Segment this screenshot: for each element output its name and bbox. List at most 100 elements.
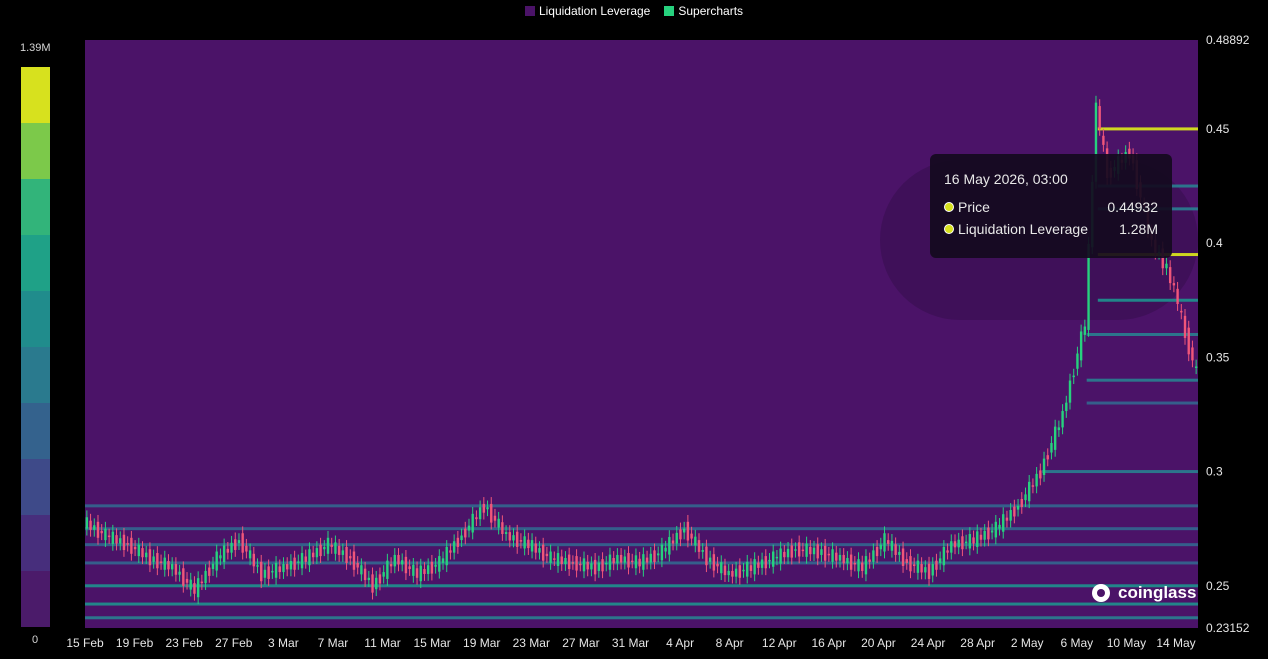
candle-body bbox=[167, 561, 170, 570]
candle-body bbox=[797, 542, 801, 557]
candle-body bbox=[386, 560, 389, 579]
candle-body bbox=[145, 552, 148, 558]
candle-body bbox=[1042, 458, 1046, 475]
candle-body bbox=[300, 553, 304, 569]
candle-body bbox=[1176, 288, 1179, 305]
candle-body bbox=[330, 544, 333, 547]
candle-body bbox=[805, 543, 808, 557]
candle-body bbox=[297, 561, 300, 563]
candle-body bbox=[85, 517, 89, 529]
candle-body bbox=[668, 537, 671, 555]
candle-body bbox=[219, 555, 222, 559]
y-tick-label: 0.23152 bbox=[1206, 621, 1250, 635]
candle-body bbox=[549, 551, 552, 563]
candle-body bbox=[786, 548, 790, 558]
candle-body bbox=[760, 559, 764, 568]
candle-body bbox=[260, 561, 263, 582]
candle-body bbox=[430, 561, 434, 574]
candle-body bbox=[1046, 455, 1049, 460]
candle-body bbox=[156, 553, 159, 569]
candle-body bbox=[909, 556, 912, 572]
liquidation-band bbox=[1086, 401, 1198, 405]
candle-body bbox=[708, 557, 712, 562]
candle-body bbox=[1079, 331, 1083, 361]
candle-body bbox=[349, 556, 352, 559]
candle-body bbox=[757, 562, 760, 568]
x-tick-label: 6 May bbox=[1060, 636, 1093, 650]
candle-body bbox=[875, 546, 879, 557]
candle-body bbox=[623, 556, 627, 563]
candle-body bbox=[471, 513, 474, 533]
x-tick-label: 27 Feb bbox=[215, 636, 253, 650]
x-tick-label: 28 Apr bbox=[960, 636, 995, 650]
candle-body bbox=[723, 565, 727, 576]
candle-body bbox=[601, 559, 604, 572]
candle-body bbox=[1020, 498, 1023, 507]
candle-body bbox=[597, 562, 601, 571]
candle-body bbox=[282, 564, 285, 573]
x-tick-label: 24 Apr bbox=[911, 636, 946, 650]
candle-body bbox=[189, 579, 192, 590]
candle-body bbox=[337, 545, 341, 555]
y-tick-label: 0.4 bbox=[1206, 236, 1223, 250]
candle-body bbox=[308, 549, 311, 566]
candle-body bbox=[627, 553, 630, 568]
candle-body bbox=[820, 549, 823, 555]
candle-body bbox=[96, 521, 100, 538]
tooltip-price-label: Price bbox=[958, 199, 990, 215]
candle-body bbox=[586, 561, 589, 570]
candle-body bbox=[742, 569, 745, 572]
candle-body bbox=[237, 540, 241, 544]
candle-body bbox=[245, 545, 248, 552]
candle-body bbox=[831, 549, 834, 562]
candle-body bbox=[801, 549, 805, 552]
candle-body bbox=[694, 536, 697, 546]
candle-body bbox=[493, 515, 497, 521]
candle-body bbox=[905, 559, 908, 563]
candle-body bbox=[1031, 485, 1035, 487]
x-tick-label: 23 Feb bbox=[166, 636, 204, 650]
candle-body bbox=[326, 537, 330, 554]
candle-body bbox=[553, 558, 556, 560]
candle-body bbox=[415, 568, 419, 578]
candle-body bbox=[838, 554, 842, 561]
tooltip-row-leverage: Liquidation Leverage 1.28M bbox=[944, 221, 1158, 237]
candle-body bbox=[1027, 481, 1031, 502]
coinglass-watermark: coinglass bbox=[1090, 582, 1196, 604]
candle-body bbox=[957, 539, 960, 548]
chart-tooltip: 16 May 2026, 03:00 Price 0.44932 Liquida… bbox=[930, 154, 1172, 258]
candle-body bbox=[222, 545, 226, 563]
candle-body bbox=[1061, 411, 1064, 428]
candle-body bbox=[1039, 470, 1042, 479]
candle-body bbox=[964, 541, 968, 544]
candle-body bbox=[879, 544, 882, 550]
candle-body bbox=[872, 550, 875, 562]
candle-body bbox=[1180, 310, 1183, 313]
candle-body bbox=[979, 534, 983, 540]
liquidation-heatmap-chart[interactable]: 0.48892 0.45 0.4 0.35 0.3 0.25 0.23152 15 Feb 19… bbox=[0, 0, 1268, 659]
candle-body bbox=[664, 547, 667, 552]
liquidation-band bbox=[1042, 470, 1198, 474]
candle-body bbox=[697, 540, 701, 552]
candle-body bbox=[916, 560, 920, 573]
x-tick-label: 11 Mar bbox=[364, 636, 400, 650]
candle-body bbox=[1191, 347, 1194, 361]
candle-body bbox=[441, 558, 445, 563]
candle-body bbox=[323, 546, 326, 550]
candle-body bbox=[567, 554, 571, 570]
candle-body bbox=[682, 528, 686, 533]
candle-body bbox=[790, 545, 793, 558]
candle-body bbox=[605, 562, 608, 565]
candle-body bbox=[401, 560, 404, 565]
candle-body bbox=[679, 529, 682, 540]
candle-body bbox=[226, 548, 230, 553]
candle-body bbox=[541, 544, 545, 561]
leverage-dot-icon bbox=[944, 224, 954, 234]
candle-body bbox=[438, 556, 441, 572]
candle-body bbox=[200, 581, 204, 584]
candle-body bbox=[126, 543, 129, 545]
x-tick-label: 3 Mar bbox=[268, 636, 299, 650]
candle-body bbox=[579, 563, 582, 566]
liquidation-band bbox=[85, 561, 1198, 565]
candle-body bbox=[898, 551, 901, 555]
